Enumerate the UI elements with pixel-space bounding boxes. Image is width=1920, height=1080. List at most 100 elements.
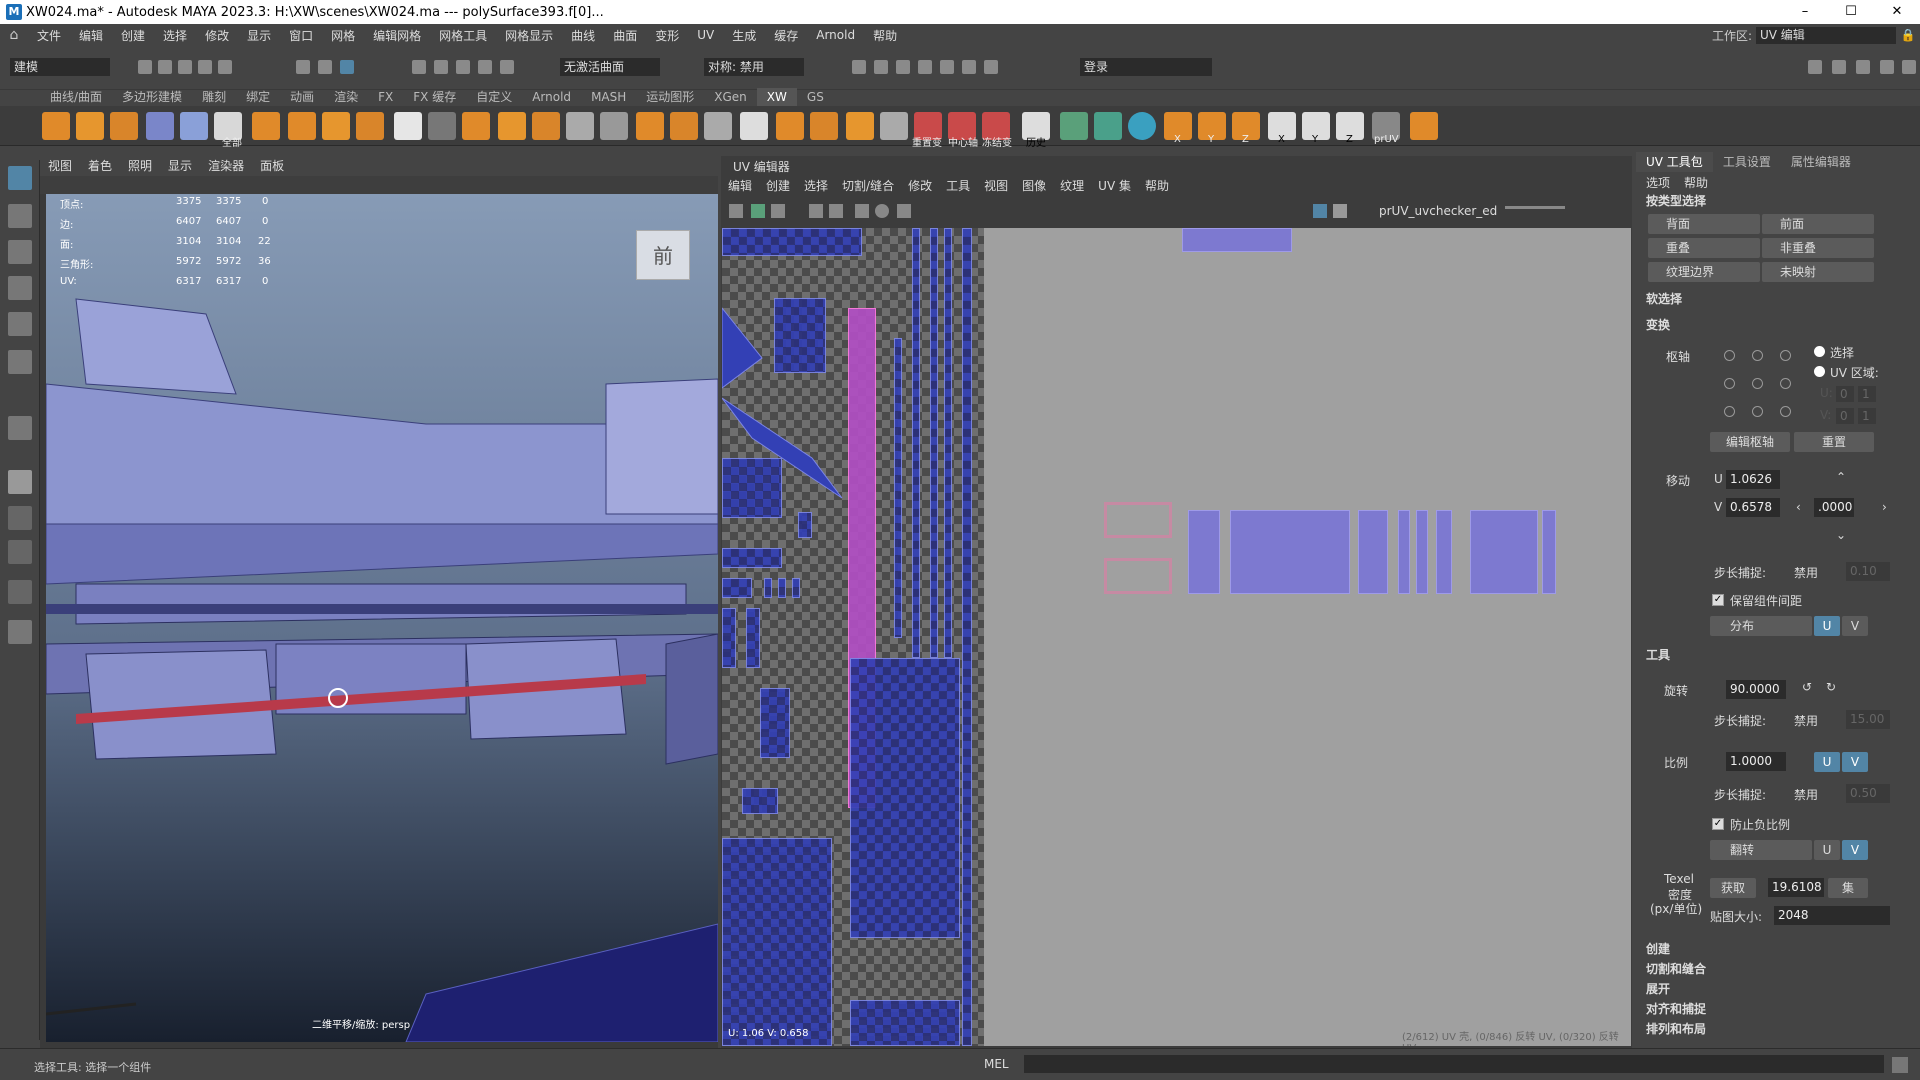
- soft-mod-icon[interactable]: [8, 416, 32, 440]
- vp-menu-view[interactable]: 视图: [40, 156, 80, 176]
- tool-settings-icon[interactable]: [1880, 60, 1894, 74]
- viewport-toolbar[interactable]: [40, 176, 718, 194]
- uv-sphere-icon[interactable]: [1128, 112, 1156, 140]
- uv-shell[interactable]: [742, 788, 778, 814]
- toolkit-menu-options[interactable]: 选项: [1646, 174, 1670, 191]
- uv-region-v-max[interactable]: 1: [1858, 408, 1876, 424]
- four-view-icon[interactable]: [8, 506, 32, 530]
- uv-canvas[interactable]: U: 1.06 V: 0.658 (2/612) UV 壳, (0/846) 反…: [722, 228, 1631, 1046]
- shelf-tab-xw[interactable]: XW: [756, 88, 797, 106]
- rotate-step-snap-value[interactable]: 15.00: [1846, 710, 1890, 729]
- channel-box-icon[interactable]: [1902, 60, 1916, 74]
- set-texel-density-button[interactable]: 集: [1828, 878, 1868, 898]
- uv-shaded-icon[interactable]: [771, 204, 785, 218]
- menu-edit[interactable]: 编辑: [70, 27, 112, 44]
- distribute-u-button[interactable]: U: [1814, 616, 1840, 636]
- manipulator-icon[interactable]: [328, 688, 348, 708]
- move-left-icon[interactable]: ‹: [1796, 500, 1801, 514]
- flip-u-button[interactable]: U: [1814, 840, 1840, 860]
- arnold-render-icon[interactable]: [962, 60, 976, 74]
- scale-u-button[interactable]: U: [1814, 752, 1840, 772]
- open-scene-icon[interactable]: [158, 60, 172, 74]
- pivot-radio[interactable]: [1724, 378, 1735, 389]
- uv-shell[interactable]: [792, 578, 800, 598]
- uv-shell[interactable]: [930, 228, 938, 658]
- pivot-radio[interactable]: [1752, 350, 1763, 361]
- separate-icon[interactable]: [776, 112, 804, 140]
- menu-mesh-tools[interactable]: 网格工具: [430, 27, 496, 44]
- smooth-icon[interactable]: [532, 112, 560, 140]
- section-tools[interactable]: 工具: [1646, 646, 1670, 663]
- uv-menu-uvsets[interactable]: UV 集: [1091, 176, 1138, 196]
- vp-menu-renderer[interactable]: 渲染器: [200, 156, 252, 176]
- pivot-radio[interactable]: [1780, 406, 1791, 417]
- pivot-radio[interactable]: [1752, 378, 1763, 389]
- select-object-icon[interactable]: [318, 60, 332, 74]
- uv-region-v-min[interactable]: 0: [1836, 408, 1854, 424]
- uv-shell[interactable]: [1436, 510, 1452, 594]
- menu-file[interactable]: 文件: [28, 27, 70, 44]
- snap-grid-icon[interactable]: [412, 60, 426, 74]
- undo-icon[interactable]: [198, 60, 212, 74]
- reset-pivot-button[interactable]: 重置: [1794, 432, 1874, 452]
- pivot-radio[interactable]: [1752, 406, 1763, 417]
- render-settings-icon[interactable]: [896, 60, 910, 74]
- custom-tool-icon[interactable]: [1410, 112, 1438, 140]
- uv-shell-outline[interactable]: [1104, 558, 1172, 594]
- uv-shell[interactable]: [746, 608, 760, 668]
- uv-texture-borders-icon[interactable]: [855, 204, 869, 218]
- rotate-field[interactable]: 90.0000: [1726, 680, 1786, 699]
- lock-icon[interactable]: 🔒: [1896, 28, 1920, 42]
- zoom-icon[interactable]: [8, 620, 32, 644]
- uv-shell[interactable]: [1416, 510, 1428, 594]
- uv-shell[interactable]: [1188, 510, 1220, 594]
- move-u-field[interactable]: 1.0626: [1726, 470, 1780, 489]
- shelf-tab-motion-graphics[interactable]: 运动图形: [636, 88, 704, 106]
- uv-distortion-icon[interactable]: [829, 204, 843, 218]
- move-step-field[interactable]: .0000: [1814, 498, 1854, 517]
- tab-tool-settings[interactable]: 工具设置: [1713, 152, 1781, 172]
- menu-help[interactable]: 帮助: [864, 27, 906, 44]
- pivot-radio[interactable]: [1724, 406, 1735, 417]
- uv-shell[interactable]: [722, 578, 752, 598]
- login-dropdown[interactable]: 登录: [1080, 58, 1212, 76]
- uv-checker-tile-icon[interactable]: [1333, 204, 1347, 218]
- shelf-tab-sculpting[interactable]: 雕刻: [192, 88, 236, 106]
- bridge-icon[interactable]: [322, 112, 350, 140]
- get-texel-density-button[interactable]: 获取: [1710, 878, 1756, 898]
- menu-generate[interactable]: 生成: [723, 27, 765, 44]
- move-tool-icon[interactable]: [8, 276, 32, 300]
- minimize-button[interactable]: –: [1782, 0, 1828, 24]
- menuset-dropdown[interactable]: 建模: [10, 58, 110, 76]
- uv-shell[interactable]: [912, 228, 920, 658]
- uv-menu-textures[interactable]: 纹理: [1053, 176, 1091, 196]
- shelf-tab-rendering[interactable]: 渲染: [324, 88, 368, 106]
- uv-shell[interactable]: [722, 458, 782, 518]
- uv-menu-create[interactable]: 创建: [759, 176, 797, 196]
- uv-snapshot-icon[interactable]: [897, 204, 911, 218]
- rotate-step-snap-dropdown[interactable]: 禁用: [1794, 712, 1818, 729]
- shelf-tab-arnold[interactable]: Arnold: [522, 88, 581, 106]
- scale-v-button[interactable]: V: [1842, 752, 1868, 772]
- section-select-by-type[interactable]: 按类型选择: [1646, 192, 1706, 209]
- menu-windows[interactable]: 窗口: [280, 27, 322, 44]
- menu-select[interactable]: 选择: [154, 27, 196, 44]
- uv-menu-modify[interactable]: 修改: [901, 176, 939, 196]
- section-arrange-layout[interactable]: 排列和布局: [1646, 1020, 1706, 1037]
- vp-menu-shading[interactable]: 着色: [80, 156, 120, 176]
- uv-menu-select[interactable]: 选择: [797, 176, 835, 196]
- curve-tool-icon[interactable]: [600, 112, 628, 140]
- rotate-cw-icon[interactable]: ↻: [1826, 680, 1836, 694]
- poly-sphere-icon[interactable]: [42, 112, 70, 140]
- knife-icon[interactable]: [740, 112, 768, 140]
- uv-shell[interactable]: [962, 228, 972, 1046]
- home-icon[interactable]: ⌂: [0, 27, 28, 43]
- section-soft-select[interactable]: 软选择: [1646, 290, 1682, 307]
- menu-display[interactable]: 显示: [238, 27, 280, 44]
- uv-shell[interactable]: [1470, 510, 1538, 594]
- select-texture-borders-button[interactable]: 纹理边界: [1648, 262, 1760, 282]
- vp-menu-lighting[interactable]: 照明: [120, 156, 160, 176]
- hypershade-icon[interactable]: [918, 60, 932, 74]
- uv-checker-icon[interactable]: [809, 204, 823, 218]
- menu-edit-mesh[interactable]: 编辑网格: [364, 27, 430, 44]
